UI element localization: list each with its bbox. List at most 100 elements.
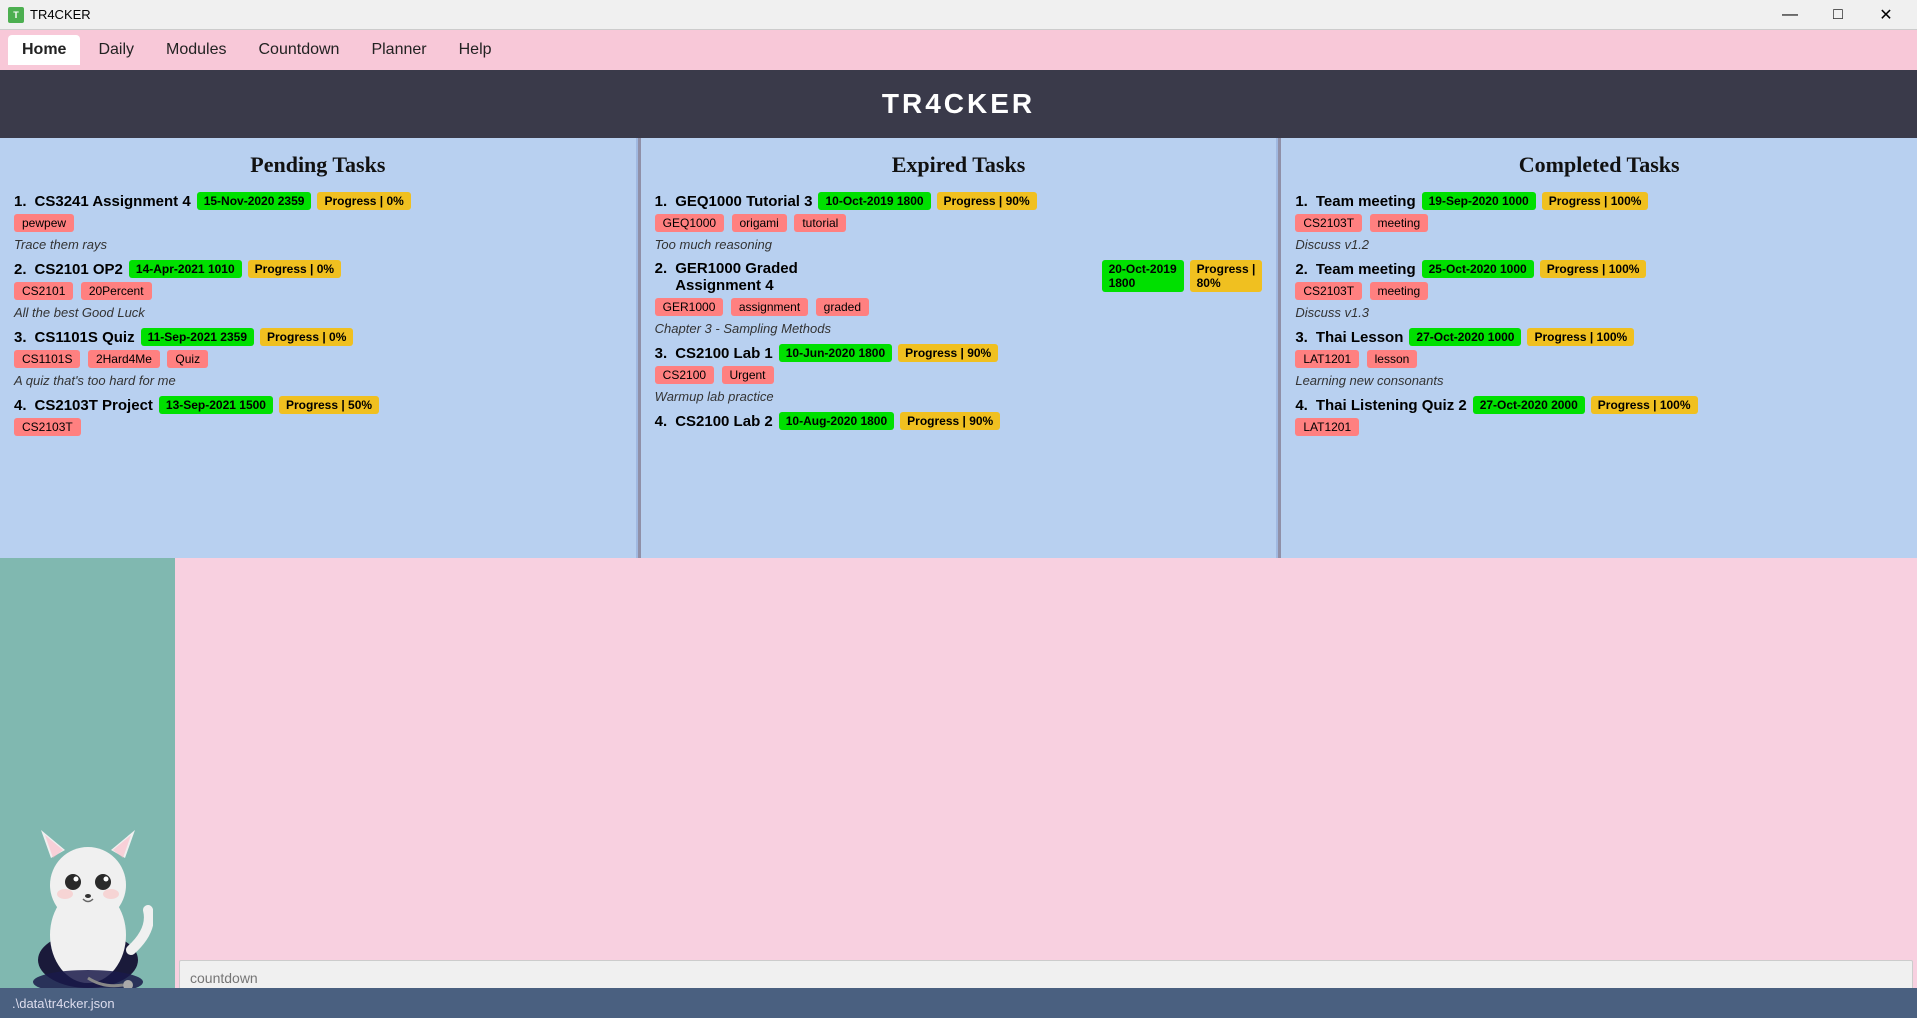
date-badge: 13-Sep-2021 1500	[159, 396, 273, 414]
task-name: CS2101 OP2	[35, 261, 123, 278]
task-desc: Chapter 3 - Sampling Methods	[655, 321, 1263, 336]
task-desc: Too much reasoning	[655, 237, 1263, 252]
task-name: CS3241 Assignment 4	[35, 193, 191, 210]
menu-help[interactable]: Help	[445, 35, 506, 65]
task-name: Thai Lesson	[1316, 329, 1404, 346]
list-item: 3. CS1101S Quiz 11-Sep-2021 2359 Progres…	[14, 328, 622, 388]
completed-tasks-column: Completed Tasks 1. Team meeting 19-Sep-2…	[1281, 138, 1917, 558]
progress-badge: Progress | 90%	[937, 192, 1037, 210]
progress-badge: Progress | 100%	[1540, 260, 1647, 278]
tag: 2Hard4Me	[88, 350, 160, 368]
mascot-area	[0, 558, 175, 1000]
tag: CS2103T	[14, 418, 81, 436]
expired-tasks-header: Expired Tasks	[641, 138, 1277, 188]
task-name: CS2100 Lab 2	[675, 413, 773, 430]
chat-messages	[175, 558, 1917, 956]
app-title: TR4CKER	[30, 7, 91, 22]
menu-countdown[interactable]: Countdown	[245, 35, 354, 65]
tag: 20Percent	[81, 282, 152, 300]
progress-badge: Progress | 100%	[1591, 396, 1698, 414]
mascot	[23, 820, 153, 990]
list-item: 4. CS2100 Lab 2 10-Aug-2020 1800 Progres…	[655, 412, 1263, 430]
list-item: 1. Team meeting 19-Sep-2020 1000 Progres…	[1295, 192, 1903, 252]
date-badge: 10-Aug-2020 1800	[779, 412, 894, 430]
status-text: .\data\tr4cker.json	[12, 996, 115, 1011]
title-bar: T TR4CKER — □ ✕	[0, 0, 1917, 30]
task-desc: Discuss v1.2	[1295, 237, 1903, 252]
window-controls: — □ ✕	[1767, 0, 1909, 30]
task-number: 1.	[14, 193, 27, 210]
tag: GER1000	[655, 298, 724, 316]
tag: CS1101S	[14, 350, 80, 368]
progress-badge: Progress | 50%	[279, 396, 379, 414]
task-number: 4.	[14, 397, 27, 414]
app-header-title: TR4CKER	[882, 88, 1035, 119]
list-item: 2. GER1000 GradedAssignment 4 20-Oct-201…	[655, 260, 1263, 336]
progress-badge: Progress | 0%	[260, 328, 353, 346]
tag: assignment	[731, 298, 808, 316]
menu-home[interactable]: Home	[8, 35, 80, 65]
progress-badge: Progress | 90%	[898, 344, 998, 362]
task-number: 1.	[655, 193, 668, 210]
tag: meeting	[1370, 282, 1429, 300]
list-item: 3. Thai Lesson 27-Oct-2020 1000 Progress…	[1295, 328, 1903, 388]
date-badge: 14-Apr-2021 1010	[129, 260, 242, 278]
task-desc: A quiz that's too hard for me	[14, 373, 622, 388]
date-badge: 10-Oct-2019 1800	[818, 192, 930, 210]
progress-badge: Progress |80%	[1190, 260, 1263, 292]
task-name: CS2100 Lab 1	[675, 345, 773, 362]
task-name: Thai Listening Quiz 2	[1316, 397, 1467, 414]
list-item: 1. CS3241 Assignment 4 15-Nov-2020 2359 …	[14, 192, 622, 252]
pending-tasks-column: Pending Tasks 1. CS3241 Assignment 4 15-…	[0, 138, 638, 558]
date-badge: 20-Oct-20191800	[1102, 260, 1184, 292]
task-desc: Discuss v1.3	[1295, 305, 1903, 320]
maximize-button[interactable]: □	[1815, 0, 1861, 30]
tag: lesson	[1367, 350, 1418, 368]
task-number: 4.	[1295, 397, 1308, 414]
close-button[interactable]: ✕	[1863, 0, 1909, 30]
progress-badge: Progress | 90%	[900, 412, 1000, 430]
list-item: 3. CS2100 Lab 1 10-Jun-2020 1800 Progres…	[655, 344, 1263, 404]
pending-tasks-header: Pending Tasks	[0, 138, 636, 188]
tag: CS2103T	[1295, 214, 1362, 232]
list-item: 1. GEQ1000 Tutorial 3 10-Oct-2019 1800 P…	[655, 192, 1263, 252]
mascot-svg	[23, 820, 153, 990]
menu-daily[interactable]: Daily	[84, 35, 148, 65]
task-name: CS1101S Quiz	[35, 329, 135, 346]
task-name: Team meeting	[1316, 193, 1416, 210]
date-badge: 27-Oct-2020 2000	[1473, 396, 1585, 414]
tag: CS2101	[14, 282, 73, 300]
chat-area	[175, 558, 1917, 1000]
tag: origami	[732, 214, 787, 232]
menu-bar: Home Daily Modules Countdown Planner Hel…	[0, 30, 1917, 70]
date-badge: 15-Nov-2020 2359	[197, 192, 312, 210]
pending-tasks-list: 1. CS3241 Assignment 4 15-Nov-2020 2359 …	[0, 188, 636, 558]
status-bar: .\data\tr4cker.json	[0, 988, 1917, 1018]
completed-tasks-header: Completed Tasks	[1281, 138, 1917, 188]
date-badge: 27-Oct-2020 1000	[1409, 328, 1521, 346]
bottom-section	[0, 558, 1917, 1000]
progress-badge: Progress | 100%	[1527, 328, 1634, 346]
expired-tasks-column: Expired Tasks 1. GEQ1000 Tutorial 3 10-O…	[641, 138, 1279, 558]
task-number: 1.	[1295, 193, 1308, 210]
task-name: CS2103T Project	[35, 397, 153, 414]
chat-input[interactable]	[190, 970, 1902, 986]
menu-planner[interactable]: Planner	[357, 35, 440, 65]
date-badge: 25-Oct-2020 1000	[1422, 260, 1534, 278]
tag: LAT1201	[1295, 350, 1359, 368]
progress-badge: Progress | 0%	[248, 260, 341, 278]
task-number: 2.	[1295, 261, 1308, 278]
list-item: 4. CS2103T Project 13-Sep-2021 1500 Prog…	[14, 396, 622, 438]
tag: pewpew	[14, 214, 74, 232]
list-item: 2. CS2101 OP2 14-Apr-2021 1010 Progress …	[14, 260, 622, 320]
tag: GEQ1000	[655, 214, 724, 232]
list-item: 2. Team meeting 25-Oct-2020 1000 Progres…	[1295, 260, 1903, 320]
app-icon: T	[8, 7, 24, 23]
task-name: Team meeting	[1316, 261, 1416, 278]
tag: meeting	[1370, 214, 1429, 232]
tag: graded	[816, 298, 869, 316]
minimize-button[interactable]: —	[1767, 0, 1813, 30]
task-desc: Learning new consonants	[1295, 373, 1903, 388]
progress-badge: Progress | 0%	[317, 192, 410, 210]
menu-modules[interactable]: Modules	[152, 35, 240, 65]
